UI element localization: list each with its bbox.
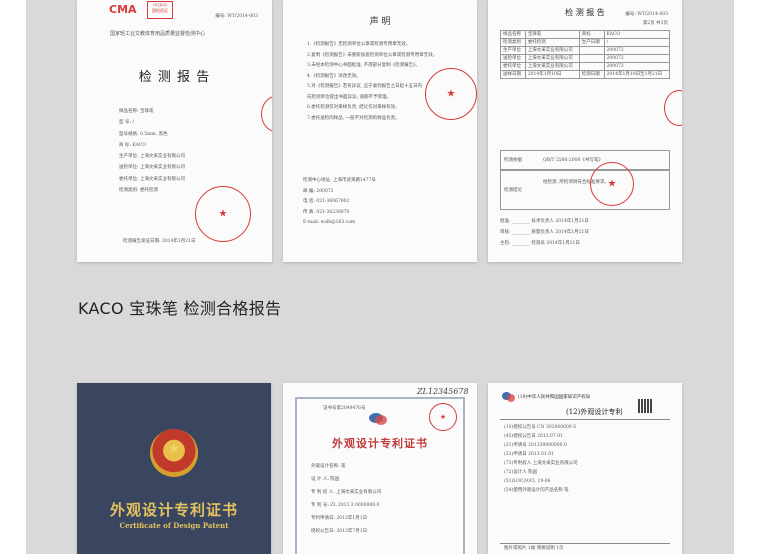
test-report-cover[interactable]: CMA GQJSQ 国检验证 编号: WT/2014-003 国家轻工业文教体育… <box>77 0 272 262</box>
cover-title: 外观设计专利证书 <box>109 501 238 519</box>
red-seal: ★ <box>590 162 634 206</box>
red-seal-edge <box>261 96 272 132</box>
country-header: (19)中华人民共和国国家知识产权局 <box>518 395 591 400</box>
table-row: 生产单位 上海文采实业有限公司 200072 <box>500 46 671 55</box>
patent-certificate-cover[interactable]: ★ 外观设计专利证书 Certificate of Design Patent <box>77 383 271 554</box>
table-row: 样品名称 宝珠笔 商标 KACO <box>500 30 671 39</box>
table-row: 委托单位 上海文采实业有限公司 200072 <box>500 62 671 71</box>
statement-item: 4.《检测报告》涂改无效。 <box>307 73 361 79</box>
certificate-line: 外观设计名称: 笔 <box>311 464 346 469</box>
field-row: 商 标: KACO <box>119 142 146 148</box>
statement-item: 3.未经本检测中心书面批准, 不得部分复制《检测报告》。 <box>307 63 420 68</box>
publication-line: (10)授权公告号 CN 302000000 S <box>504 425 577 430</box>
publication-line: (45)授权公告日 2013.07.01 <box>504 434 563 439</box>
report-number: 编号: WT/2014-003 <box>215 14 258 19</box>
cover-subtitle: Certificate of Design Patent <box>119 521 229 530</box>
red-seal: ★ <box>195 186 251 242</box>
report-title: 检 测 报 告 <box>565 8 605 17</box>
issue-date: 检测报告发证日期: 2014年1月21日 <box>123 239 196 244</box>
result-box: 检测结论 经检测, 所检项目符合标准要求。 <box>500 170 670 210</box>
section-caption: KACO 宝珠笔 检测合格报告 <box>78 299 282 318</box>
email: E-mail: wslb@163.com <box>303 220 356 225</box>
certificate-number: 证书号第2049476号 <box>323 406 366 411</box>
signature-row: 批准: ________ 技术负责人 2014年1月21日 <box>500 219 589 224</box>
red-seal-edge <box>664 90 682 126</box>
qr-code <box>638 399 652 413</box>
publication-lines: (10)授权公告号 CN 302000000 S (45)授权公告日 2013.… <box>504 423 578 495</box>
field-row: 生产单位: 上海文采实业有限公司 <box>119 154 185 160</box>
report-title: 检 测 报 告 <box>138 70 211 85</box>
publication-footer: 图片或照片 1幅 简要说明 1页 <box>504 546 564 551</box>
statement-item: 7.委托送检的样品, 一般不对检测的样品负责。 <box>307 115 400 121</box>
divider <box>500 543 670 544</box>
certificate-line: 授权公告日: 2013年7月1日 <box>311 529 368 534</box>
field-row: 型号规格: 0.5mm, 黑色 <box>119 131 168 137</box>
cma-logo: CMA <box>109 3 137 16</box>
red-seal: ★ <box>425 68 477 120</box>
fax: 传 真: 021-36230070 <box>303 209 350 215</box>
patent-publication-page[interactable]: (19)中华人民共和国国家知识产权局 (12)外观设计专利 (10)授权公告号 … <box>488 383 682 554</box>
patent-office-logo <box>502 391 516 403</box>
certificate-title: 外观设计专利证书 <box>332 437 428 450</box>
certificate-line: 设 计 人: 陈国 <box>311 477 340 482</box>
statement-item: 1.《检测报告》无检测单位公章或检测专用章无效。 <box>307 42 411 47</box>
statement-item: 6.委托检测仅对来样负责, 结论仅对来样有效。 <box>307 105 400 110</box>
red-seal: ★ <box>429 403 457 431</box>
address: 检测中心地址: 上海市武夷路1477号 <box>303 178 376 183</box>
statement-item: 向检测单位提出书面异议; 逾期不予受理。 <box>307 94 391 100</box>
basis-box: 检测依据 QB/T 2586-2008《书写笔》 <box>500 150 670 170</box>
publication-line: (54)使用外观设计的产品名称 笔 <box>504 488 569 493</box>
patent-certificate-page[interactable]: ZL12345678 证书号第2049476号 ★ 外观设计专利证书 外观设计名… <box>283 383 477 554</box>
statement-item: 5.对《检测报告》若有异议, 应于收到报告之日起十五日内 <box>307 84 423 89</box>
publication-line: (22)申请日 2013.01.01 <box>504 452 554 457</box>
field-row: 样品名称: 宝珠笔 <box>119 109 154 114</box>
publication-line: (21)申请号 201330000000.0 <box>504 443 567 448</box>
statement-page[interactable]: 声 明 1.《检测报告》无检测单位公章或检测专用章无效。 2.复制《检测报告》未… <box>283 0 477 262</box>
field-row: 委托单位: 上海文采实业有限公司 <box>119 176 185 182</box>
certificate-lines: 外观设计名称: 笔 设 计 人: 陈国 专 利 权 人: 上海文采实业有限公司 … <box>311 460 381 538</box>
field-list: 样品名称: 宝珠笔 型 号: / 型号规格: 0.5mm, 黑色 商 标: KA… <box>119 106 185 196</box>
table-row: 送检单位 上海文采实业有限公司 200072 <box>500 54 671 63</box>
report-table: 样品名称 宝珠笔 商标 KACO 检测类别 委托检测 生产日期 / 生产单位 上海文采实业有限… <box>500 30 671 79</box>
publication-line: (51)LOC(9)Cl. 19-06 <box>504 479 551 484</box>
contact-block: 检测中心地址: 上海市武夷路1477号 邮 编: 200072 电 话: 021… <box>303 176 376 229</box>
patent-office-logo <box>367 411 389 427</box>
inspection-badge: GQJSQ 国检验证 <box>147 1 173 19</box>
test-report-table[interactable]: 编号: WT/2014-003 第2页 共3页 检 测 报 告 样品名称 宝珠笔商… <box>488 0 682 262</box>
divider <box>500 419 670 420</box>
signature-row: 审核: ________ 质量负责人 2014年1月21日 <box>500 230 589 235</box>
national-emblem: ★ <box>150 429 198 477</box>
publication-title: (12)外观设计专利 <box>566 408 623 416</box>
table-row: 送样日期 2014年1月10日 检测日期 2014年1月10日至1月21日 <box>500 70 671 79</box>
certificate-line: 专利申请日: 2013年1月1日 <box>311 516 368 521</box>
field-row: 检测类别: 委托检测 <box>119 188 158 194</box>
statement-items: 1.《检测报告》无检测单位公章或检测专用章无效。 2.复制《检测报告》未重新加盖… <box>307 40 437 124</box>
field-row: 型 号: / <box>119 120 134 126</box>
signature-row: 主检: ________ 检测员 2014年1月21日 <box>500 241 580 246</box>
table-row: 检测类别 委托检测 生产日期 / <box>500 38 671 47</box>
certificate-line: 专 利 权 人: 上海文采实业有限公司 <box>311 490 382 495</box>
postcode: 邮 编: 200072 <box>303 188 334 194</box>
publication-line: (73)专利权人 上海文采实业有限公司 <box>504 461 578 466</box>
phone: 电 话: 021-36067902 <box>303 199 350 204</box>
page-number: 第2页 共3页 <box>642 21 668 26</box>
handwritten-number: ZL12345678 <box>417 387 469 396</box>
statement-item: 2.复制《检测报告》未重新加盖检测单位公章或检测专用章无效。 <box>307 52 438 58</box>
publication-line: (72)设计人 陈国 <box>504 470 538 475</box>
signature-block: 批准: ________ 技术负责人 2014年1月21日 审核: ______… <box>500 216 589 249</box>
basis-label: 检测依据 <box>504 158 522 163</box>
result-label: 检测结论 <box>504 188 522 193</box>
basis-value: QB/T 2586-2008《书写笔》 <box>543 158 603 163</box>
certificate-line: 专 利 号: ZL 2013 3 0000000.0 <box>311 503 380 508</box>
statement-title: 声 明 <box>369 17 391 27</box>
field-row: 送检单位: 上海文采实业有限公司 <box>119 165 185 171</box>
center-name: 国家轻工业文教体育用品质量监督检测中心 <box>110 31 206 37</box>
